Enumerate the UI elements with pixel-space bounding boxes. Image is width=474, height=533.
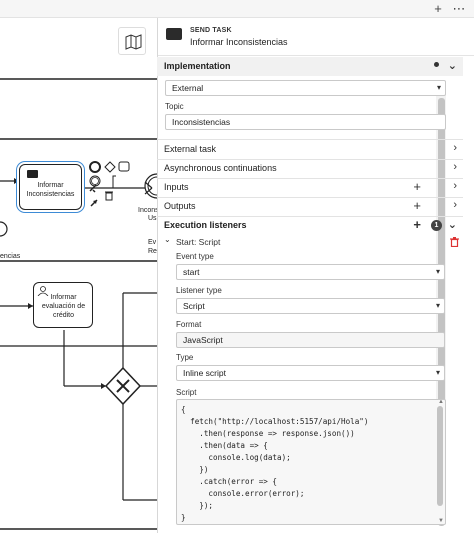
- listener-title: Start: Script: [176, 237, 221, 247]
- script-label: Script: [176, 388, 197, 397]
- add-listener-icon[interactable]: +: [413, 217, 421, 232]
- select-value: start: [183, 267, 200, 277]
- chevron-down-icon: ▾: [436, 83, 441, 92]
- script-textarea[interactable]: { fetch("http://localhost:5157/api/Hola"…: [176, 399, 446, 525]
- task-label: Informar Inconsistencias: [26, 182, 75, 198]
- text-annotation-icon: [112, 175, 116, 189]
- group-label: Asynchronous continuations: [164, 163, 277, 173]
- select-value: Inline script: [183, 368, 226, 378]
- group-label: Execution listeners: [164, 220, 247, 230]
- event-type-select[interactable]: start ▾: [176, 264, 445, 280]
- more-options-icon[interactable]: ⋯: [451, 1, 467, 17]
- task-informar-evaluacion[interactable]: Informar evaluación de crédito: [33, 282, 93, 328]
- task-informar-inconsistencias[interactable]: Informar Inconsistencias: [19, 164, 82, 210]
- group-outputs[interactable]: Outputs + ›: [157, 197, 463, 216]
- chevron-right-icon[interactable]: ›: [453, 180, 457, 192]
- send-task-icon: [166, 28, 182, 40]
- bpmn-canvas[interactable]: Informar Inconsistencias Informar evalua…: [0, 18, 157, 533]
- group-label: Implementation: [164, 61, 231, 71]
- script-type-select[interactable]: Inline script ▾: [176, 365, 445, 381]
- event-label-partial: Ev: [148, 239, 157, 246]
- chevron-right-icon[interactable]: ›: [453, 142, 457, 154]
- send-task-envelope-icon: [27, 170, 38, 178]
- end-event-icon: [89, 161, 101, 173]
- group-implementation[interactable]: Implementation ⌄: [157, 57, 463, 76]
- group-label: External task: [164, 144, 217, 154]
- listener-type-select[interactable]: Script ▾: [176, 298, 445, 314]
- chevron-down-icon: ▾: [435, 368, 440, 377]
- group-label: Inputs: [164, 182, 189, 192]
- textarea-scrollbar-thumb[interactable]: [437, 406, 443, 506]
- add-input-icon[interactable]: +: [413, 179, 421, 194]
- format-input[interactable]: JavaScript: [176, 332, 445, 348]
- element-type: SEND TASK: [190, 27, 232, 34]
- implementation-type-select[interactable]: External ▾: [165, 80, 446, 96]
- window-toolbar: + ⋯: [0, 0, 474, 18]
- topic-input[interactable]: Inconsistencias: [165, 114, 446, 130]
- add-output-icon[interactable]: +: [413, 198, 421, 213]
- panel-header: SEND TASK Informar Inconsistencias: [158, 18, 474, 56]
- script-content: { fetch("http://localhost:5157/api/Hola"…: [181, 405, 369, 522]
- gateway-icon: [104, 161, 116, 173]
- select-value: External: [172, 83, 204, 93]
- chevron-down-icon[interactable]: ⌄: [448, 218, 457, 231]
- chevron-right-icon[interactable]: ›: [453, 199, 457, 211]
- element-name: Informar Inconsistencias: [190, 37, 288, 47]
- task-label: Informar evaluación de crédito: [41, 294, 86, 319]
- listener-count-badge: 1: [431, 220, 442, 231]
- event-type-label: Event type: [176, 252, 214, 261]
- chevron-down-icon[interactable]: ⌄: [164, 235, 171, 244]
- map-icon: [125, 34, 142, 50]
- group-inputs[interactable]: Inputs + ›: [157, 178, 463, 197]
- chevron-right-icon[interactable]: ›: [453, 161, 457, 173]
- format-label: Format: [176, 320, 202, 329]
- trash-icon: [105, 192, 113, 201]
- select-value: Script: [183, 301, 205, 311]
- data-indicator-dot: [434, 62, 439, 67]
- chevron-down-icon: ▾: [435, 301, 440, 310]
- topic-label: Topic: [165, 102, 184, 111]
- task-icon: [118, 161, 130, 172]
- group-label: Outputs: [164, 201, 196, 211]
- event-label-partial: encias: [0, 253, 21, 260]
- delete-listener-icon[interactable]: [450, 237, 459, 247]
- event-label-partial: Us: [148, 215, 157, 222]
- event-label-partial: Re: [148, 248, 157, 255]
- minimap-toggle-button[interactable]: [118, 27, 146, 55]
- chevron-down-icon[interactable]: ⌄: [448, 59, 457, 72]
- group-execution-listeners[interactable]: Execution listeners + 1 ⌄: [157, 216, 463, 235]
- add-icon[interactable]: +: [430, 1, 446, 17]
- listener-type-label: Listener type: [176, 286, 222, 295]
- scroll-down-icon[interactable]: ▼: [438, 518, 444, 524]
- scroll-up-icon[interactable]: ▲: [438, 400, 444, 405]
- diagram-connections: [0, 78, 157, 530]
- group-async-continuations[interactable]: Asynchronous continuations ›: [157, 159, 463, 178]
- script-type-label: Type: [176, 353, 194, 362]
- chevron-down-icon: ▾: [435, 267, 440, 276]
- group-external-task[interactable]: External task ›: [157, 140, 463, 159]
